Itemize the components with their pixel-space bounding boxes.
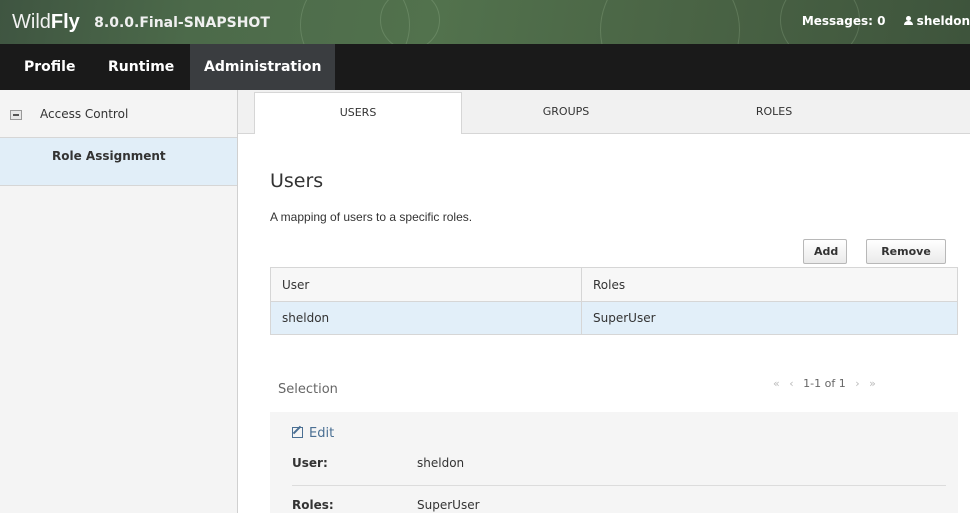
sidebar-group-label: Access Control [40, 107, 129, 121]
page-description: A mapping of users to a specific roles. [270, 210, 473, 224]
sidebar: Access Control Role Assignment [0, 90, 238, 513]
tab-groups[interactable]: GROUPS [462, 92, 670, 134]
user-menu[interactable]: sheldon [917, 14, 970, 28]
page-label: 1-1 of 1 [803, 377, 846, 390]
last-page-icon[interactable]: » [869, 377, 876, 390]
edit-link[interactable]: Edit [292, 426, 334, 441]
remove-button[interactable]: Remove [866, 239, 946, 264]
roles-label: Roles: [292, 498, 334, 512]
column-header-roles[interactable]: Roles [581, 267, 958, 302]
brand-wild: Wild [12, 11, 51, 33]
roles-value: SuperUser [417, 498, 480, 512]
table-row[interactable]: sheldon SuperUser [270, 301, 958, 335]
cell-user[interactable]: sheldon [270, 301, 582, 335]
header-decoration [380, 0, 440, 44]
cell-roles[interactable]: SuperUser [581, 301, 958, 335]
edit-icon [292, 427, 303, 438]
pager: « ‹ 1-1 of 1 › » [773, 377, 882, 390]
selection-title: Selection [278, 382, 338, 397]
messages-link[interactable]: Messages: 0 [802, 14, 886, 28]
brand-logo: WildFly 8.0.0.Final-SNAPSHOT [12, 9, 270, 34]
main-nav: Profile Runtime Administration [0, 44, 970, 90]
next-page-icon[interactable]: › [855, 377, 859, 390]
header-right: Messages: 0 sheldon [802, 14, 970, 28]
table-header-row: User Roles [270, 267, 958, 302]
user-label: User: [292, 456, 328, 470]
collapse-icon[interactable] [10, 110, 22, 120]
nav-runtime[interactable]: Runtime [94, 44, 188, 90]
header-decoration [600, 0, 740, 44]
users-table: User Roles sheldon SuperUser [270, 267, 958, 335]
sidebar-group-access-control[interactable]: Access Control [0, 90, 237, 138]
detail-row-user: User: sheldon [292, 456, 946, 486]
tab-users[interactable]: USERS [254, 92, 462, 135]
version-label: 8.0.0.Final-SNAPSHOT [94, 15, 270, 31]
tab-roles[interactable]: ROLES [670, 92, 878, 134]
nav-profile[interactable]: Profile [10, 44, 89, 90]
add-button[interactable]: Add [803, 239, 847, 264]
tab-bar: USERS GROUPS ROLES [238, 90, 970, 135]
prev-page-icon[interactable]: ‹ [789, 377, 793, 390]
selection-panel: Edit User: sheldon Roles: SuperUser [270, 412, 958, 513]
user-value: sheldon [417, 456, 465, 470]
edit-label: Edit [309, 426, 335, 441]
main-content: Users A mapping of users to a specific r… [238, 134, 970, 513]
brand-fly: Fly [50, 11, 80, 33]
top-header: WildFly 8.0.0.Final-SNAPSHOT Messages: 0… [0, 0, 970, 44]
first-page-icon[interactable]: « [773, 377, 780, 390]
page-title: Users [270, 170, 324, 192]
column-header-user[interactable]: User [270, 267, 582, 302]
sidebar-item-label: Role Assignment [52, 149, 166, 163]
user-icon [903, 16, 913, 25]
nav-administration[interactable]: Administration [190, 44, 336, 90]
sidebar-item-role-assignment[interactable]: Role Assignment [0, 138, 237, 186]
